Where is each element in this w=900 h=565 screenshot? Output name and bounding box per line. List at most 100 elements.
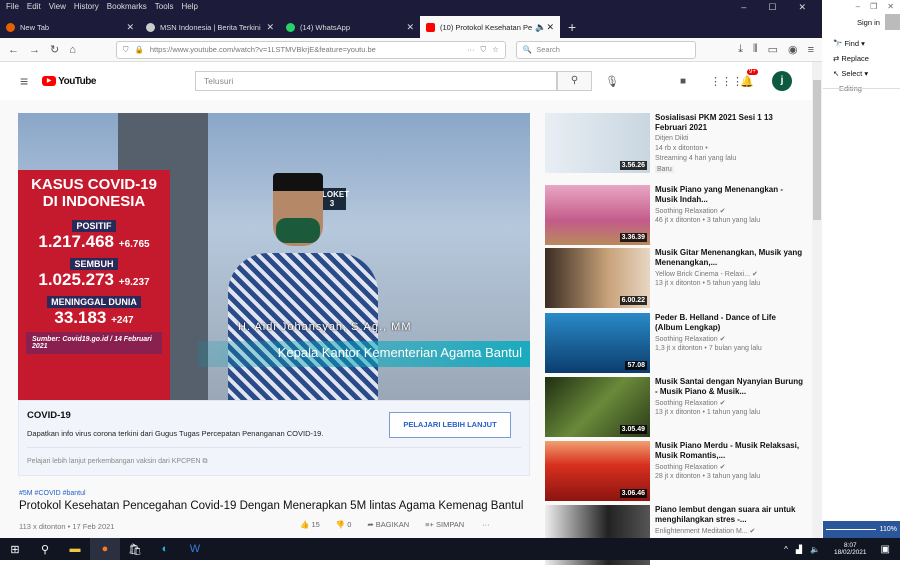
channel-name[interactable]: Soothing Relaxation ✔ bbox=[655, 207, 725, 215]
vaccine-info-link[interactable]: Pelajari lebih lanjut perkembangan vaksi… bbox=[27, 458, 207, 466]
url-bar[interactable]: ⛉ 🔒 https://www.youtube.com/watch?v=1LSTMV… bbox=[115, 40, 506, 59]
zoom-level[interactable]: 110% bbox=[880, 526, 897, 533]
tab-youtube[interactable]: (10) Protokol Kesehatan Pe 🔈✕ bbox=[420, 16, 560, 38]
home-icon[interactable]: ⌂ bbox=[69, 44, 76, 56]
more-icon[interactable]: ··· bbox=[467, 45, 475, 54]
dislike-button[interactable]: 👎 0 bbox=[336, 520, 352, 529]
notification-center-icon[interactable]: ▣ bbox=[881, 544, 890, 555]
create-video-icon[interactable]: ■ bbox=[680, 76, 686, 87]
related-video-item[interactable]: 3.36.39 Musik Piano yang Menenangkan - M… bbox=[545, 185, 815, 245]
library-icon[interactable]: ⫴ bbox=[753, 43, 758, 56]
find-button[interactable]: 🔭 Find ▾ bbox=[833, 36, 869, 51]
channel-name[interactable]: Soothing Relaxation ✔ bbox=[655, 463, 725, 471]
new-tab-button[interactable]: + bbox=[568, 19, 576, 35]
store-icon[interactable]: 🛍 bbox=[120, 538, 150, 560]
related-video-item[interactable]: 3.05.49 Musik Santai dengan Nyanyian Bur… bbox=[545, 377, 815, 437]
replace-button[interactable]: ⇄ Replace bbox=[833, 51, 869, 66]
channel-name[interactable]: Yellow Brick Cinema - Relaxi... ✔ bbox=[655, 270, 758, 278]
close-icon[interactable]: ✕ bbox=[887, 2, 894, 11]
file-explorer-icon[interactable]: ▬ bbox=[60, 538, 90, 560]
menu-bookmarks[interactable]: Bookmarks bbox=[107, 2, 147, 14]
menu-view[interactable]: View bbox=[49, 2, 66, 14]
bookmark-star-icon[interactable]: ☆ bbox=[492, 45, 499, 54]
more-actions-icon[interactable]: ··· bbox=[482, 520, 490, 529]
page-scrollbar[interactable] bbox=[812, 62, 822, 538]
related-video-title[interactable]: Musik Santai dengan Nyanyian Burung - Mu… bbox=[655, 377, 805, 397]
video-thumbnail[interactable]: 3.06.46 bbox=[545, 441, 650, 501]
maximize-icon[interactable]: ☐ bbox=[768, 2, 776, 14]
minimize-icon[interactable]: – bbox=[856, 2, 860, 11]
tab-whatsapp[interactable]: (14) WhatsApp ✕ bbox=[280, 16, 420, 38]
youtube-search-button[interactable]: ⚲ bbox=[557, 71, 592, 91]
close-tab-icon[interactable]: ✕ bbox=[266, 22, 274, 33]
account-icon[interactable]: ◉ bbox=[788, 43, 798, 56]
close-tab-icon[interactable]: ✕ bbox=[406, 22, 414, 33]
hamburger-menu-icon[interactable]: ≡ bbox=[808, 44, 814, 56]
sign-in-link[interactable]: Sign in bbox=[857, 18, 880, 27]
related-video-title[interactable]: Peder B. Helland - Dance of Life (Album … bbox=[655, 313, 805, 333]
related-video-item[interactable]: 3.56.26 Sosialisasi PKM 2021 Sesi 1 13 F… bbox=[545, 113, 815, 173]
related-video-title[interactable]: Piano lembut dengan suara air untuk meng… bbox=[655, 505, 805, 525]
sidebar-icon[interactable]: ▭ bbox=[768, 43, 778, 56]
related-video-title[interactable]: Musik Piano yang Menenangkan - Musik Ind… bbox=[655, 185, 805, 205]
scrollbar-thumb[interactable] bbox=[813, 80, 821, 220]
share-button[interactable]: ➦ BAGIKAN bbox=[367, 520, 409, 529]
forward-icon[interactable]: → bbox=[29, 44, 40, 56]
menu-file[interactable]: File bbox=[6, 2, 19, 14]
notifications-icon[interactable]: 🔔 bbox=[740, 75, 754, 88]
video-thumbnail[interactable]: 3.05.49 bbox=[545, 377, 650, 437]
avatar[interactable]: j bbox=[772, 71, 792, 91]
network-icon[interactable]: ▟ bbox=[796, 545, 802, 554]
tab-msn[interactable]: MSN Indonesia | Berita Terkini ✕ bbox=[140, 16, 280, 38]
related-video-title[interactable]: Musik Piano Merdu - Musik Relaksasi, Mus… bbox=[655, 441, 805, 461]
related-video-title[interactable]: Sosialisasi PKM 2021 Sesi 1 13 Februari … bbox=[655, 113, 805, 133]
volume-icon[interactable]: 🔈 bbox=[810, 545, 820, 554]
browser-search-input[interactable]: 🔍 Search bbox=[515, 40, 696, 59]
windows-start-icon[interactable]: ⊞ bbox=[0, 538, 30, 560]
video-thumbnail[interactable]: 6.00.22 bbox=[545, 248, 650, 308]
video-player[interactable]: KASUS COVID-19 DI INDONESIA POSITIF 1.217… bbox=[18, 113, 530, 400]
select-button[interactable]: ↖ Select ▾ bbox=[833, 66, 869, 81]
menu-tools[interactable]: Tools bbox=[155, 2, 174, 14]
reload-icon[interactable]: ↻ bbox=[50, 43, 59, 56]
channel-name[interactable]: Soothing Relaxation ✔ bbox=[655, 335, 725, 343]
channel-name[interactable]: Ditjen Dikti bbox=[655, 135, 688, 142]
video-thumbnail[interactable]: 3.36.39 bbox=[545, 185, 650, 245]
tab-new-tab[interactable]: New Tab ✕ bbox=[0, 16, 140, 38]
channel-name[interactable]: Enlightenment Meditation M... ✔ bbox=[655, 527, 755, 535]
download-icon[interactable]: ⤓ bbox=[738, 43, 743, 56]
menu-edit[interactable]: Edit bbox=[27, 2, 41, 14]
word-icon[interactable]: W bbox=[180, 538, 210, 560]
video-thumbnail[interactable]: 3.56.26 bbox=[545, 113, 650, 173]
minimize-icon[interactable]: – bbox=[741, 2, 746, 14]
close-tab-icon[interactable]: ✕ bbox=[126, 22, 134, 33]
hashtags[interactable]: #5M #COVID #bantul bbox=[19, 490, 86, 497]
like-button[interactable]: 👍 15 bbox=[300, 520, 320, 529]
related-video-title[interactable]: Musik Gitar Menenangkan, Musik yang Mene… bbox=[655, 248, 805, 268]
menu-help[interactable]: Help bbox=[181, 2, 197, 14]
close-tab-icon[interactable]: 🔈✕ bbox=[535, 22, 554, 33]
firefox-icon[interactable]: ● bbox=[90, 538, 120, 560]
channel-name[interactable]: Soothing Relaxation ✔ bbox=[655, 399, 725, 407]
menu-history[interactable]: History bbox=[74, 2, 99, 14]
video-thumbnail[interactable]: 57.08 bbox=[545, 313, 650, 373]
zoom-slider[interactable] bbox=[826, 529, 876, 530]
hamburger-icon[interactable]: ≡ bbox=[20, 73, 28, 89]
related-video-item[interactable]: 3.06.46 Musik Piano Merdu - Musik Relaks… bbox=[545, 441, 815, 501]
related-video-item[interactable]: 57.08 Peder B. Helland - Dance of Life (… bbox=[545, 313, 815, 373]
chevron-up-icon[interactable]: ^ bbox=[784, 545, 788, 554]
apps-icon[interactable]: ⋮⋮⋮ bbox=[710, 75, 743, 88]
restore-icon[interactable]: ❐ bbox=[870, 2, 877, 11]
close-window-icon[interactable]: ✕ bbox=[798, 2, 806, 14]
edge-icon[interactable]: ◐ bbox=[150, 538, 180, 560]
clock[interactable]: 8:07 18/02/2021 bbox=[834, 542, 867, 556]
search-icon[interactable]: ⚲ bbox=[30, 538, 60, 560]
pocket-icon[interactable]: ⛉ bbox=[481, 45, 487, 55]
save-button[interactable]: ≡+ SIMPAN bbox=[425, 520, 464, 529]
youtube-logo[interactable]: ▶ YouTube bbox=[42, 76, 96, 87]
microphone-icon[interactable]: 🎙 bbox=[605, 75, 619, 88]
youtube-search-input[interactable]: Telusuri bbox=[195, 71, 557, 91]
back-icon[interactable]: ← bbox=[8, 44, 19, 56]
learn-more-button[interactable]: PELAJARI LEBIH LANJUT bbox=[389, 412, 511, 438]
related-video-item[interactable]: 6.00.22 Musik Gitar Menenangkan, Musik y… bbox=[545, 248, 815, 308]
